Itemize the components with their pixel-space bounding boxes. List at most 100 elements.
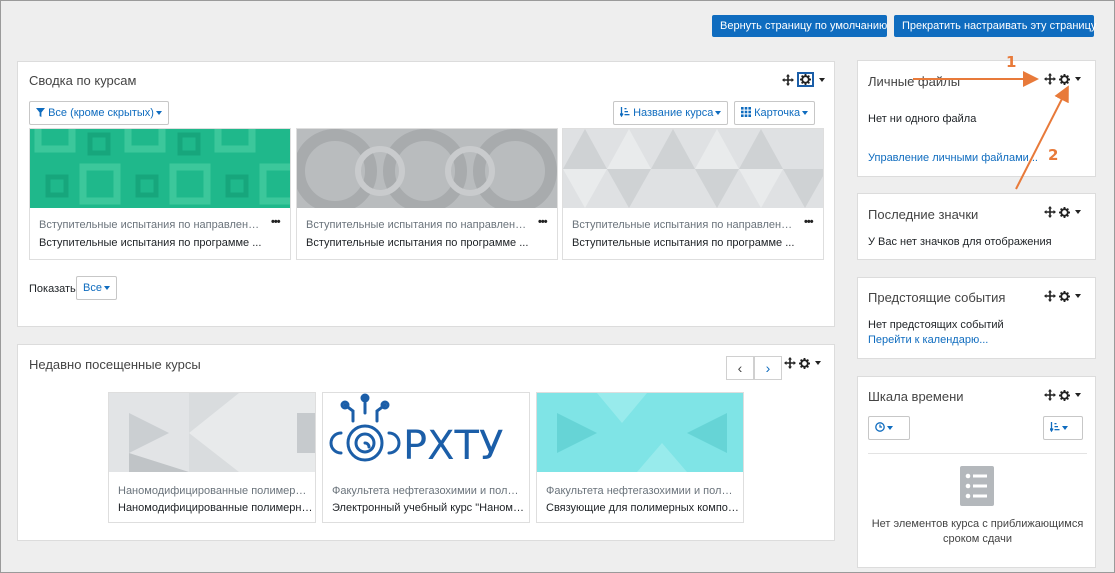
chevron-down-icon xyxy=(155,111,162,116)
course-image[interactable] xyxy=(30,129,290,208)
gear-icon[interactable] xyxy=(1059,290,1070,302)
course-name[interactable]: Связующие для полимерных компози... xyxy=(546,502,742,514)
list-icon xyxy=(960,466,994,506)
view-label: Карточка xyxy=(754,107,801,119)
page-frame: Вернуть страницу по умолчанию Прекратить… xyxy=(0,0,1115,573)
recent-course-card[interactable]: Факультета нефтегазохимии и полиме... Св… xyxy=(536,392,744,523)
chevron-down-icon xyxy=(802,111,809,116)
sort-label: Название курса xyxy=(633,107,714,119)
chevron-down-icon xyxy=(103,286,110,291)
clock-icon xyxy=(875,422,885,432)
show-count-label: Все xyxy=(83,282,102,294)
course-name[interactable]: Вступительные испытания по программе ... xyxy=(306,237,546,249)
course-category: Факультета нефтегазохимии и полиме... xyxy=(546,485,736,497)
upcoming-events-title: Предстоящие события xyxy=(868,290,1006,305)
no-upcoming-text-line2: сроком сдачи xyxy=(942,533,1013,545)
course-name[interactable]: Вступительные испытания по программе ... xyxy=(39,237,279,249)
sort-icon xyxy=(619,107,630,118)
chevron-down-icon xyxy=(819,77,825,82)
upcoming-events-block: Предстоящие события Нет предстоящих собы… xyxy=(857,277,1096,359)
chevron-down-icon xyxy=(1075,210,1081,214)
course-category: Вступительные испытания по направлению .… xyxy=(572,219,794,231)
chevron-down-icon xyxy=(815,361,821,365)
course-name[interactable]: Наномодифицированные полимерные... xyxy=(118,502,314,514)
gear-menu-button[interactable] xyxy=(797,72,814,87)
rhtu-logo: РХТУ xyxy=(329,393,503,469)
timeline-sort-dropdown[interactable] xyxy=(1043,416,1083,440)
course-category: Наномодифицированные полимерные... xyxy=(118,485,308,497)
annotation-number-1: 1 xyxy=(1006,53,1017,71)
divider xyxy=(868,453,1087,454)
next-page-button[interactable]: › xyxy=(754,356,782,380)
calendar-link[interactable]: Перейти к календарю... xyxy=(868,334,988,346)
course-card[interactable]: Вступительные испытания по направлению .… xyxy=(29,128,291,260)
course-overview-block: Сводка по курсам Все (кроме скрытых) Наз… xyxy=(17,61,835,327)
private-files-block: Личные файлы Нет ни одного файла Управле… xyxy=(857,60,1096,177)
chevron-down-icon xyxy=(1075,393,1081,397)
course-menu-button[interactable]: ••• xyxy=(804,216,814,228)
course-card[interactable]: Вступительные испытания по направлению .… xyxy=(562,128,824,260)
timeline-title: Шкала времени xyxy=(868,389,964,404)
recent-course-card[interactable]: Наномодифицированные полимерные... Наном… xyxy=(108,392,316,523)
manage-files-link[interactable]: Управление личными файлами... xyxy=(868,152,1038,164)
logo-text: РХТУ xyxy=(403,423,503,469)
gear-icon xyxy=(800,74,811,85)
chevron-down-icon xyxy=(1062,426,1068,431)
gear-icon[interactable] xyxy=(1059,73,1070,85)
filter-dropdown[interactable]: Все (кроме скрытых) xyxy=(29,101,169,125)
grid-icon xyxy=(741,107,751,117)
course-name[interactable]: Электронный учебный курс "Наномод... xyxy=(332,502,528,514)
move-icon[interactable] xyxy=(1044,290,1056,302)
no-upcoming-text-line1: Нет элементов курса с приближающимся xyxy=(871,518,1084,530)
course-menu-button[interactable]: ••• xyxy=(271,216,281,228)
previous-page-button[interactable]: ‹ xyxy=(726,356,754,380)
timeline-filter-dropdown[interactable] xyxy=(868,416,910,440)
view-dropdown[interactable]: Карточка xyxy=(734,101,816,125)
course-image[interactable]: РХТУ xyxy=(323,393,529,472)
chevron-left-icon: ‹ xyxy=(737,360,743,376)
chevron-down-icon xyxy=(1075,294,1081,298)
course-name[interactable]: Вступительные испытания по программе ... xyxy=(572,237,812,249)
latest-badges-title: Последние значки xyxy=(868,207,979,222)
reset-page-label: Вернуть страницу по умолчанию xyxy=(720,20,888,32)
reset-page-button[interactable]: Вернуть страницу по умолчанию xyxy=(712,15,887,37)
course-image[interactable] xyxy=(297,129,557,208)
course-image[interactable] xyxy=(109,393,315,472)
sort-dropdown[interactable]: Название курса xyxy=(613,101,729,125)
gear-icon[interactable] xyxy=(1059,206,1070,218)
course-card[interactable]: Вступительные испытания по направлению .… xyxy=(296,128,558,260)
move-icon[interactable] xyxy=(1044,389,1056,401)
course-menu-button[interactable]: ••• xyxy=(538,216,548,228)
filter-icon xyxy=(36,108,45,117)
chevron-right-icon: › xyxy=(765,360,771,376)
recent-courses-block: Недавно посещенные курсы ‹ › Наномодифиц… xyxy=(17,344,835,541)
sort-icon xyxy=(1049,422,1060,433)
course-image[interactable] xyxy=(537,393,743,472)
stop-customising-label: Прекратить настраивать эту страницу xyxy=(902,20,1097,32)
show-count-dropdown[interactable]: Все xyxy=(76,276,117,300)
course-category: Вступительные испытания по направлению .… xyxy=(306,219,528,231)
chevron-down-icon xyxy=(715,111,722,116)
no-badges-text: У Вас нет значков для отображения xyxy=(868,236,1052,248)
no-files-text: Нет ни одного файла xyxy=(868,113,977,125)
timeline-block: Шкала времени Нет элементов курса с приб… xyxy=(857,376,1096,568)
show-label: Показать xyxy=(29,283,76,295)
move-icon[interactable] xyxy=(1044,73,1056,85)
private-files-title: Личные файлы xyxy=(868,74,961,89)
filter-label: Все (кроме скрытых) xyxy=(48,107,154,119)
no-events-text: Нет предстоящих событий xyxy=(868,319,1004,331)
recent-courses-title: Недавно посещенные курсы xyxy=(29,357,201,372)
move-icon[interactable] xyxy=(1044,206,1056,218)
recent-course-card[interactable]: РХТУ Факультета нефтегазохимии и полиме.… xyxy=(322,392,530,523)
chevron-down-icon xyxy=(1075,77,1081,81)
stop-customising-button[interactable]: Прекратить настраивать эту страницу xyxy=(894,15,1097,37)
latest-badges-block: Последние значки У Вас нет значков для о… xyxy=(857,193,1096,260)
course-image[interactable] xyxy=(563,129,823,208)
move-icon[interactable] xyxy=(784,357,796,369)
course-category: Вступительные испытания по направлению .… xyxy=(39,219,261,231)
gear-icon[interactable] xyxy=(799,357,810,369)
gear-icon[interactable] xyxy=(1059,389,1070,401)
course-overview-title: Сводка по курсам xyxy=(29,73,137,88)
course-category: Факультета нефтегазохимии и полиме... xyxy=(332,485,522,497)
move-icon[interactable] xyxy=(782,73,794,86)
